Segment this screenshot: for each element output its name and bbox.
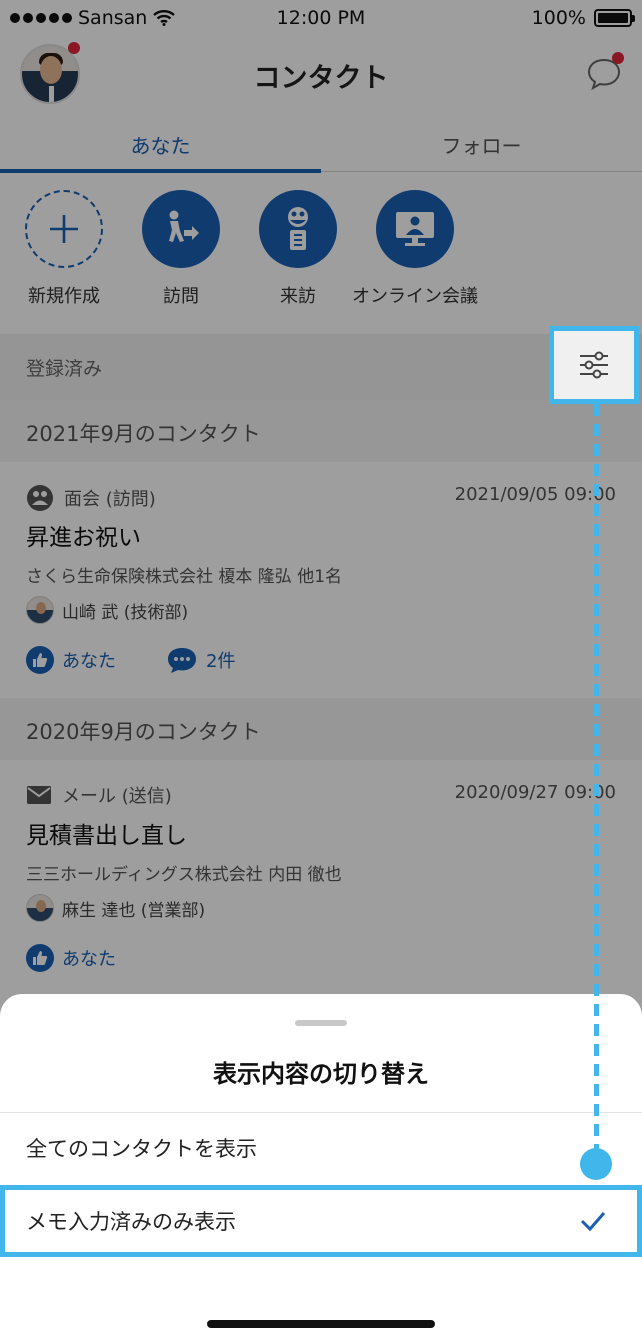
filter-sliders-icon bbox=[580, 351, 608, 379]
option-memo-only[interactable]: メモ入力済みのみ表示 bbox=[0, 1185, 642, 1257]
home-indicator[interactable] bbox=[207, 1320, 435, 1328]
highlight-connector-dot bbox=[580, 1148, 612, 1180]
option-label: 全てのコンタクトを表示 bbox=[26, 1137, 257, 1161]
sheet-title: 表示内容の切り替え bbox=[213, 1060, 429, 1088]
option-label: メモ入力済みのみ表示 bbox=[26, 1210, 236, 1234]
checkmark-icon bbox=[580, 1212, 606, 1232]
highlight-connector bbox=[594, 404, 599, 1156]
sheet-handle[interactable] bbox=[295, 1020, 347, 1026]
filter-button-highlighted[interactable] bbox=[549, 326, 639, 404]
display-toggle-sheet: 表示内容の切り替え 全てのコンタクトを表示 メモ入力済みのみ表示 bbox=[0, 994, 642, 1342]
option-show-all[interactable]: 全てのコンタクトを表示 bbox=[0, 1113, 642, 1185]
